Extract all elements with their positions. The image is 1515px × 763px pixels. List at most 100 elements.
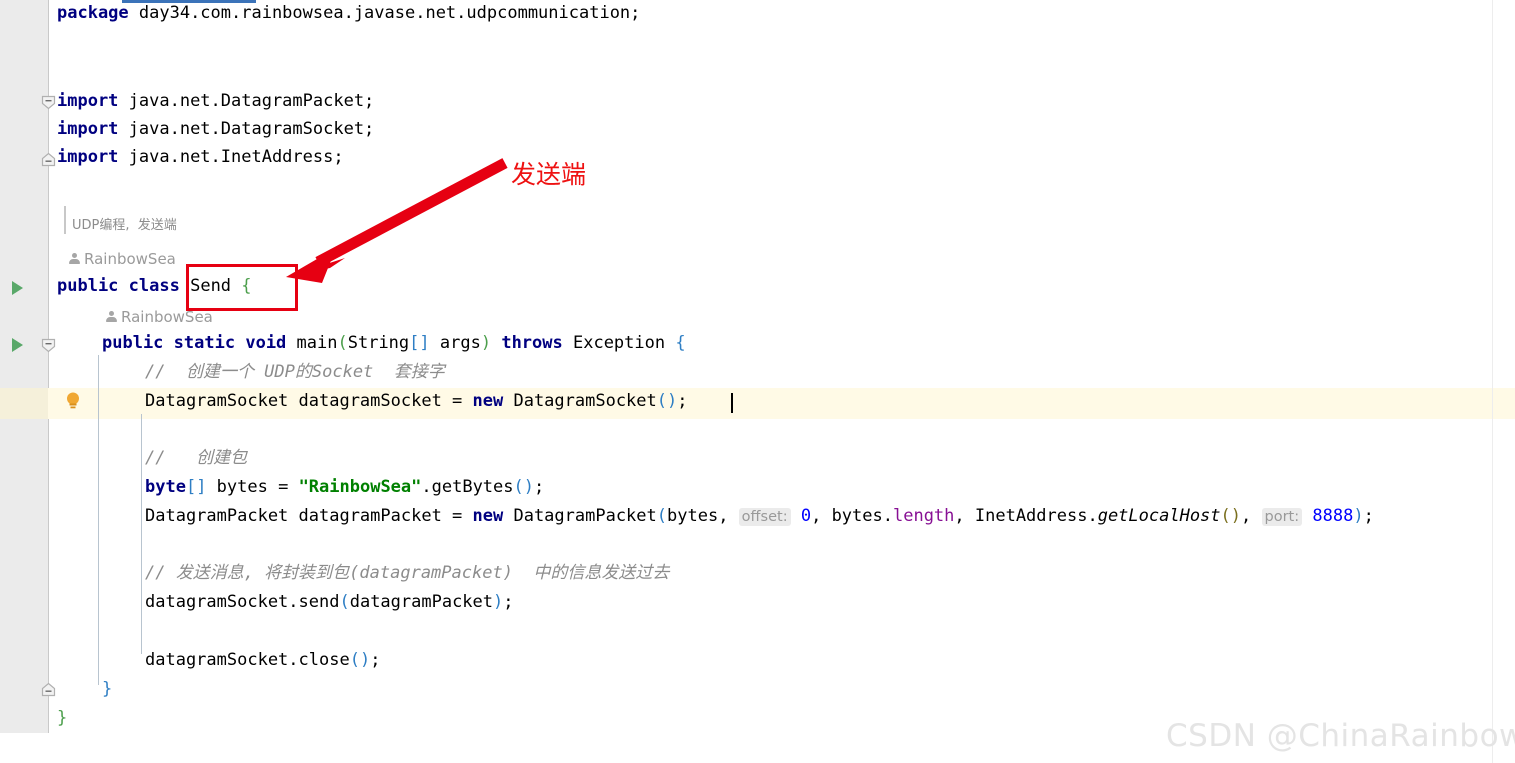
code-token: public [102, 333, 164, 353]
code-line-new-datagrampacket[interactable]: DatagramPacket datagramPacket = new Data… [145, 507, 1374, 527]
code-token: public [57, 276, 119, 296]
code-token: String [347, 333, 410, 353]
code-token: throws [501, 333, 563, 353]
right-margin-guide [1492, 0, 1493, 763]
fold-minus-icon-method[interactable] [41, 338, 56, 353]
code-token: datagramSocket.send [145, 592, 340, 612]
indent-guide-level1 [98, 355, 99, 685]
code-token: } [102, 679, 113, 699]
code-token: () [349, 650, 371, 670]
fold-minus-icon-imports[interactable] [41, 95, 56, 110]
code-line-import-datagrampacket[interactable]: import java.net.DatagramPacket; [57, 92, 374, 111]
code-token: .getBytes [421, 477, 514, 497]
caret-row-gutter-highlight [0, 388, 48, 419]
code-token: , bytes. [811, 506, 893, 526]
inlay-hint: port: [1261, 508, 1303, 526]
csdn-watermark: CSDN @ChinaRainbowSea [1166, 718, 1515, 754]
code-token: args [429, 333, 481, 353]
code-line-comment-send-message[interactable]: // 发送消息, 将封装到包(datagramPacket) 中的信息发送过去 [145, 564, 669, 583]
code-token: bytes, [667, 506, 739, 526]
code-token: length [892, 506, 955, 526]
code-token: new [472, 506, 504, 526]
code-line-comment-create-packet[interactable]: // 创建包 [145, 449, 247, 468]
code-token: [] [409, 333, 430, 353]
code-token: datagramPacket [349, 592, 494, 612]
code-token: day34.com.rainbowsea.javase.net.udpcommu… [128, 3, 641, 23]
code-line-socket-send[interactable]: datagramSocket.send(datagramPacket); [145, 593, 514, 612]
fold-end-icon-imports[interactable] [41, 152, 56, 167]
inlay-hint: offset: [738, 508, 791, 526]
code-token: DatagramSocket datagramSocket = [145, 391, 473, 411]
code-token: java.net.InetAddress; [118, 147, 344, 167]
code-token: () [656, 391, 678, 411]
code-token: () [1220, 506, 1242, 526]
code-token: ; [503, 592, 514, 612]
code-token: getLocalHost [1097, 506, 1221, 526]
send-class-highlight-box [186, 264, 298, 311]
code-token: Exception [562, 333, 676, 353]
code-line-main-decl[interactable]: public static void main(String[] args) t… [102, 334, 686, 353]
code-token: ; [370, 650, 381, 670]
annotation-label-sender: 发送端 [511, 160, 587, 189]
code-token: ; [1363, 506, 1374, 526]
code-token: , InetAddress. [954, 506, 1098, 526]
code-line-package[interactable]: package day34.com.rainbowsea.javase.net.… [57, 4, 640, 23]
code-token: ) [493, 592, 504, 612]
person-icon [68, 252, 80, 266]
code-token: java.net.DatagramPacket; [118, 91, 375, 111]
code-token: ( [337, 333, 348, 353]
code-token: 8888 [1312, 506, 1354, 526]
code-token: // 发送消息, 将封装到包(datagramPacket) 中的信息发送过去 [145, 563, 670, 583]
code-token: () [513, 477, 534, 497]
code-token: java.net.DatagramSocket; [118, 119, 375, 139]
code-token: package [57, 3, 129, 23]
code-editor[interactable]: UDP编程, 发送端 RainbowSea RainbowSea package… [0, 0, 1515, 763]
code-token: main [286, 333, 338, 353]
code-vision-class-author[interactable]: RainbowSea [68, 250, 176, 268]
code-line-close-method-brace[interactable]: } [102, 680, 112, 699]
run-method-icon[interactable] [12, 338, 23, 352]
code-token: // 创建一个 UDP的Socket 套接字 [145, 362, 445, 382]
code-token: new [472, 391, 504, 411]
code-token: ( [339, 592, 350, 612]
indent-guide-level2 [141, 414, 142, 654]
code-line-comment-create-socket[interactable]: // 创建一个 UDP的Socket 套接字 [145, 363, 445, 382]
code-token: import [57, 91, 119, 111]
code-token: ( [656, 506, 668, 526]
code-line-import-inetaddress[interactable]: import java.net.InetAddress; [57, 148, 344, 167]
code-token: bytes = [206, 477, 299, 497]
code-token: "RainbowSea" [298, 477, 422, 497]
fold-end-icon-method[interactable] [41, 682, 56, 697]
code-line-close-class-brace[interactable]: } [57, 709, 67, 728]
code-token: class [128, 276, 180, 296]
code-token: DatagramPacket datagramPacket = [145, 506, 473, 526]
code-token: 0 [800, 506, 812, 526]
code-line-import-datagramsocket[interactable]: import java.net.DatagramSocket; [57, 120, 374, 139]
code-line-new-datagramsocket[interactable]: DatagramSocket datagramSocket = new Data… [145, 392, 688, 411]
code-token: { [675, 333, 686, 353]
code-token: } [57, 708, 68, 728]
code-token: DatagramPacket [503, 506, 657, 526]
run-class-icon[interactable] [12, 281, 23, 295]
person-icon [105, 310, 117, 324]
javadoc-fold-text[interactable]: UDP编程, 发送端 [72, 214, 177, 233]
code-token: ) [480, 333, 492, 353]
code-token: import [57, 119, 119, 139]
code-vision-label: RainbowSea [84, 250, 176, 268]
text-caret [731, 393, 733, 413]
code-line-bytes-getbytes[interactable]: byte[] bytes = "RainbowSea".getBytes(); [145, 478, 544, 497]
code-token: ) [1353, 506, 1364, 526]
code-token: ; [677, 391, 688, 411]
intention-bulb-icon[interactable] [64, 391, 82, 411]
code-token: // 创建包 [145, 448, 248, 468]
code-token: [] [185, 477, 207, 497]
code-token: byte [145, 477, 186, 497]
code-token: DatagramSocket [503, 391, 657, 411]
code-line-socket-close[interactable]: datagramSocket.close(); [145, 651, 380, 670]
code-token: datagramSocket.close [145, 650, 350, 670]
